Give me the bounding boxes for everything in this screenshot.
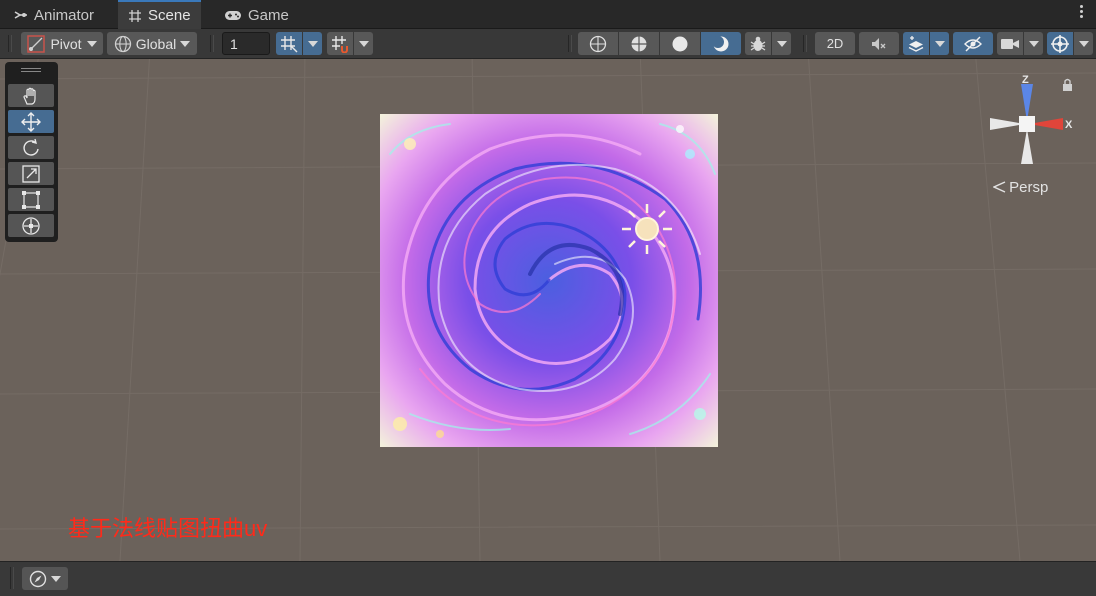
wireframe-shading-button[interactable] — [578, 32, 618, 55]
audio-toggle-button[interactable] — [859, 32, 899, 55]
tab-scene-label: Scene — [148, 7, 191, 24]
shaded-sphere-icon — [672, 36, 688, 51]
grid-size-value: 1 — [230, 35, 238, 52]
camera-settings-button[interactable] — [997, 32, 1023, 55]
overlay-bar-grip[interactable] — [10, 567, 14, 589]
projection-toggle[interactable]: Persp — [993, 179, 1049, 196]
rect-transform-icon — [22, 190, 40, 209]
gizmo-z-label: Z — [1022, 74, 1029, 86]
eye-hidden-icon — [964, 35, 982, 52]
transform-tools-palette — [5, 62, 58, 242]
tab-game[interactable]: Game — [214, 2, 299, 28]
increment-snap-button[interactable] — [327, 32, 353, 55]
scale-icon — [22, 164, 40, 183]
gizmo-x-label: X — [1065, 119, 1073, 131]
chevron-down-icon — [1028, 40, 1039, 47]
shaded-button[interactable] — [660, 32, 700, 55]
chevron-down-icon — [51, 575, 61, 582]
move-arrows-icon — [21, 111, 41, 132]
bug-icon — [750, 36, 766, 51]
wireframe-sphere-icon — [589, 35, 607, 52]
debug-draw-mode-dropdown[interactable] — [772, 32, 791, 55]
toolbar-separator — [210, 35, 214, 52]
scene-overlay-bar — [0, 561, 1096, 596]
transform-all-icon — [22, 216, 40, 235]
overlay-menu-button[interactable] — [22, 567, 68, 590]
layers-effects-icon — [908, 35, 924, 52]
grid-visibility-dropdown[interactable] — [303, 32, 322, 55]
toolbar-separator — [568, 35, 572, 52]
grid-size-input[interactable]: 1 — [222, 32, 270, 55]
scale-tool-button[interactable] — [8, 162, 54, 185]
rect-tool-button[interactable] — [8, 188, 54, 211]
increment-snap-dropdown[interactable] — [354, 32, 373, 55]
rotate-icon — [23, 138, 39, 156]
projection-label: Persp — [1009, 179, 1049, 196]
grid-visibility-button[interactable] — [276, 32, 302, 55]
more-options-icon[interactable] — [1080, 5, 1084, 21]
distorted-texture-quad[interactable] — [380, 114, 718, 447]
camera-icon — [1001, 38, 1019, 49]
debug-draw-mode-button[interactable] — [745, 32, 771, 55]
scene-toolbar: Pivot Global 1 2D — [0, 29, 1096, 59]
directional-light-icon[interactable] — [620, 202, 674, 256]
gizmo-icon — [1051, 34, 1069, 53]
hand-tool-button[interactable] — [8, 84, 54, 107]
chevron-down-icon — [934, 40, 945, 47]
chevron-down-icon — [1078, 40, 1089, 47]
tab-animator-label: Animator — [34, 6, 95, 24]
chevron-down-icon — [307, 40, 318, 47]
editor-tab-bar: Animator Scene Game — [0, 0, 1096, 29]
pivot-icon — [27, 34, 46, 53]
pivot-dropdown[interactable]: Pivot — [21, 32, 103, 55]
camera-settings-dropdown[interactable] — [1024, 32, 1043, 55]
snap-magnet-icon — [332, 35, 348, 53]
gizmos-toggle-button[interactable] — [1047, 32, 1073, 55]
transform-tool-button[interactable] — [8, 214, 54, 237]
grid-icon — [129, 9, 141, 22]
gizmos-dropdown[interactable] — [1074, 32, 1093, 55]
animator-icon — [14, 11, 27, 19]
globe-icon — [114, 35, 131, 52]
chevron-down-icon — [86, 40, 97, 47]
tab-scene[interactable]: Scene — [118, 0, 201, 29]
scene-viewport[interactable]: Z X Persp 基于法线贴图扭曲uv — [0, 59, 1096, 561]
global-label: Global — [135, 35, 177, 52]
scene-caption: 基于法线贴图扭曲uv — [68, 516, 268, 541]
move-tool-button[interactable] — [8, 110, 54, 133]
2d-mode-button[interactable]: 2D — [815, 32, 855, 55]
scene-visibility-button[interactable] — [953, 32, 993, 55]
tab-game-label: Game — [248, 6, 289, 24]
grid-snap-icon — [281, 35, 298, 52]
unlit-shading-button[interactable] — [701, 32, 741, 55]
2d-mode-label: 2D — [826, 36, 844, 51]
shaded-wireframe-button[interactable] — [619, 32, 659, 55]
lock-icon[interactable] — [1063, 78, 1072, 92]
perspective-icon — [993, 181, 1006, 193]
toolbar-grip — [8, 35, 12, 52]
chevron-down-icon — [358, 40, 369, 47]
orientation-gizmo[interactable]: Z X — [985, 74, 1080, 184]
effects-toggle-button[interactable] — [903, 32, 929, 55]
chevron-down-icon — [776, 40, 787, 47]
gamepad-icon — [225, 11, 241, 20]
rotate-tool-button[interactable] — [8, 136, 54, 159]
moon-icon — [712, 35, 729, 51]
toolbar-separator — [803, 35, 807, 52]
palette-grip[interactable] — [21, 68, 41, 69]
compass-icon — [29, 570, 47, 587]
audio-mute-icon — [872, 37, 886, 50]
shaded-wireframe-sphere-icon — [631, 36, 647, 51]
tab-animator[interactable]: Animator — [4, 2, 104, 28]
chevron-down-icon — [180, 40, 191, 47]
global-dropdown[interactable]: Global — [107, 32, 197, 55]
pivot-label: Pivot — [50, 35, 82, 52]
hand-icon — [23, 87, 36, 105]
effects-dropdown[interactable] — [930, 32, 949, 55]
